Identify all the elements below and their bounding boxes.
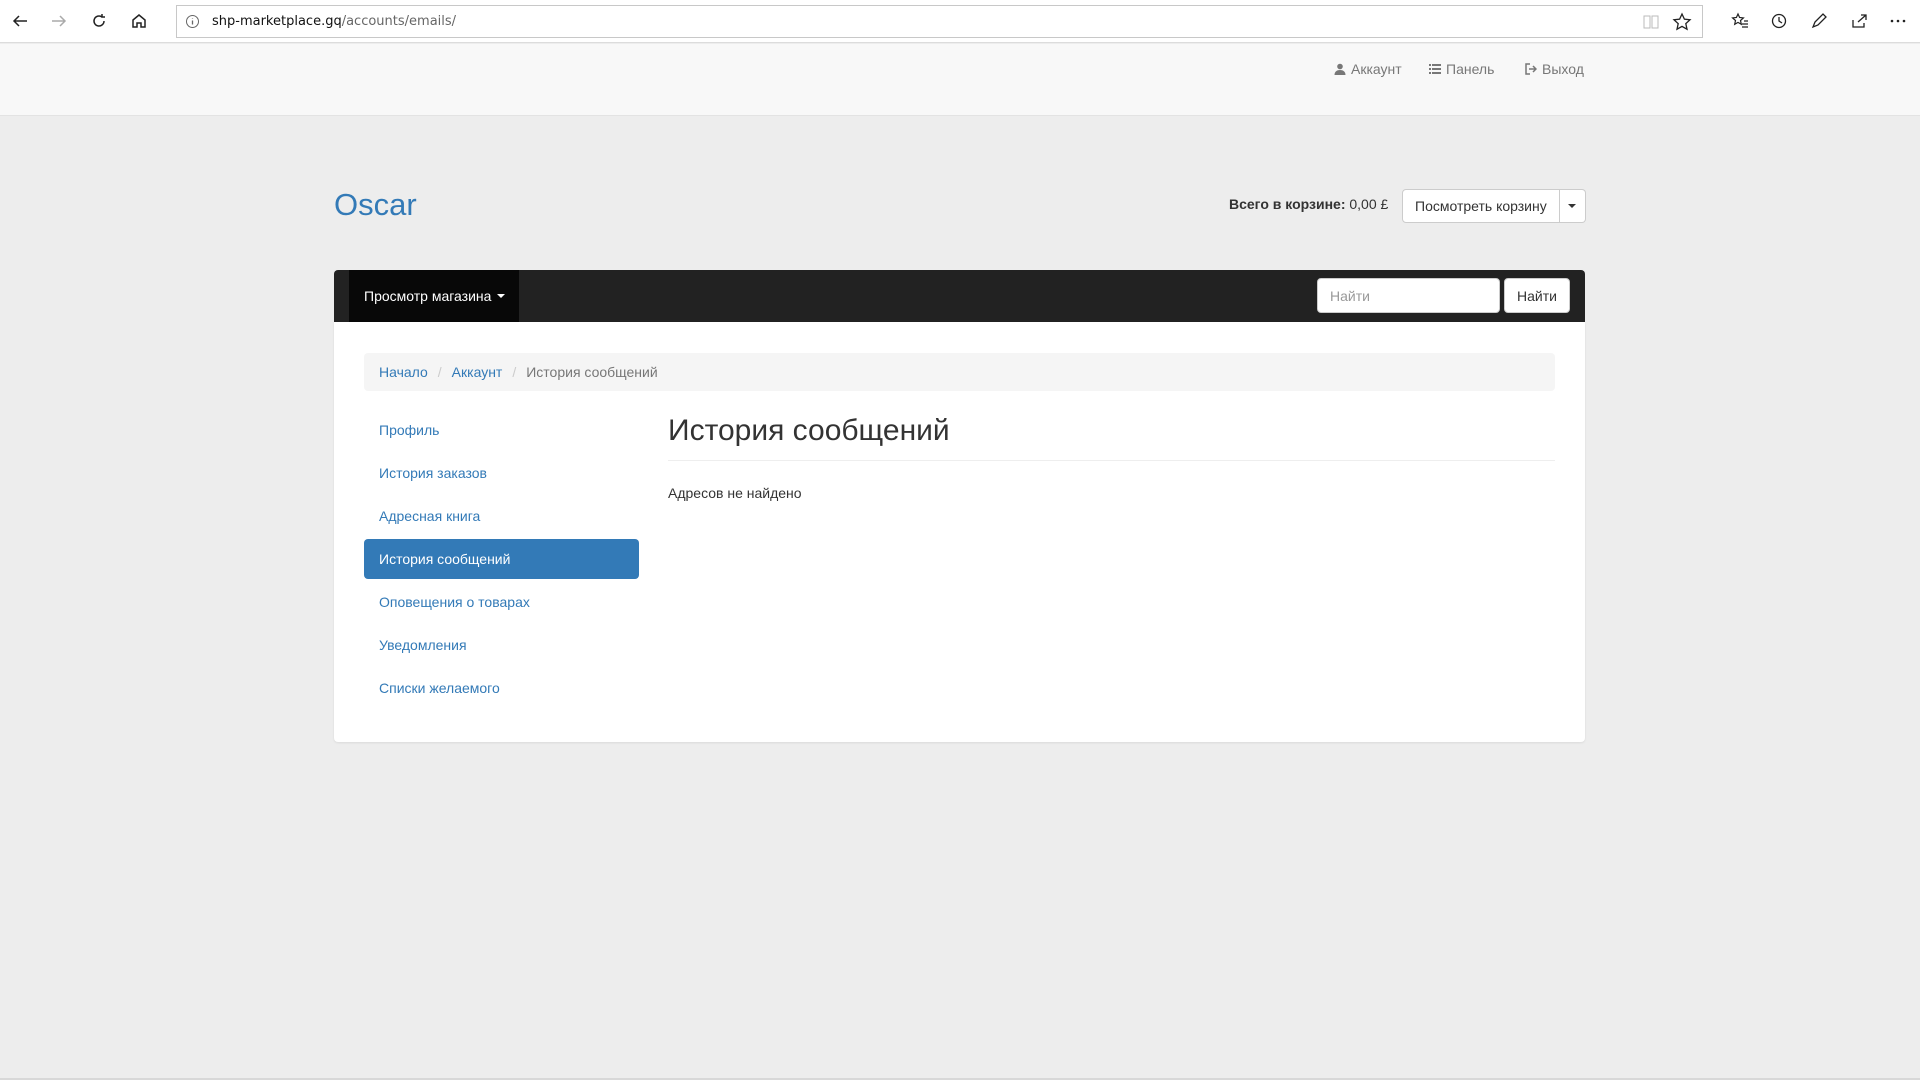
pen-icon[interactable]	[1807, 9, 1831, 33]
breadcrumb-separator: /	[512, 364, 517, 380]
more-icon[interactable]	[1886, 9, 1910, 33]
browse-store-label: Просмотр магазина	[364, 288, 492, 304]
account-bar: Аккаунт Панель Выход	[0, 44, 1920, 116]
dashboard-label: Панель	[1446, 61, 1495, 77]
sidebar-item-notifications[interactable]: Уведомления	[364, 625, 639, 665]
forward-icon[interactable]	[47, 9, 71, 33]
home-icon[interactable]	[127, 9, 151, 33]
address-bar[interactable]: shp-marketplace.gq/accounts/emails/	[176, 5, 1703, 38]
account-label: Аккаунт	[1351, 61, 1402, 77]
sidebar-item-address-book[interactable]: Адресная книга	[364, 496, 639, 536]
caret-down-icon	[1568, 204, 1577, 208]
breadcrumb-account[interactable]: Аккаунт	[452, 364, 503, 380]
basket-total-value: 0,00 £	[1349, 196, 1389, 212]
sidebar-item-product-alerts[interactable]: Оповещения о товарах	[364, 582, 639, 622]
brand-logo[interactable]: Oscar	[334, 187, 417, 223]
star-icon[interactable]	[1672, 12, 1692, 32]
browser-toolbar: shp-marketplace.gq/accounts/emails/	[0, 0, 1920, 43]
basket-total-label: Всего в корзине:	[1229, 196, 1346, 212]
url-host: shp-marketplace.gq	[212, 14, 342, 29]
share-icon[interactable]	[1847, 9, 1871, 33]
breadcrumb-home[interactable]: Начало	[379, 364, 428, 380]
search-input[interactable]	[1317, 278, 1500, 313]
account-link[interactable]: Аккаунт	[1334, 61, 1402, 77]
basket-button-group: Посмотреть корзину	[1402, 189, 1586, 223]
refresh-icon[interactable]	[87, 9, 111, 33]
main-navbar: Просмотр магазина Найти	[334, 270, 1585, 322]
caret-down-icon	[497, 294, 506, 298]
user-icon	[1334, 63, 1346, 75]
sidebar-item-email-history[interactable]: История сообщений	[364, 539, 639, 579]
sidebar-item-wishlists[interactable]: Списки желаемого	[364, 668, 639, 708]
breadcrumb-current: История сообщений	[526, 364, 658, 380]
empty-message: Адресов не найдено	[668, 485, 802, 501]
back-icon[interactable]	[8, 9, 32, 33]
browse-store-dropdown[interactable]: Просмотр магазина	[349, 270, 519, 322]
logout-icon	[1525, 63, 1537, 75]
view-basket-button[interactable]: Посмотреть корзину	[1402, 189, 1560, 223]
account-sidebar: Профиль История заказов Адресная книга И…	[364, 410, 639, 711]
url-path: /accounts/emails/	[341, 14, 457, 29]
logout-link[interactable]: Выход	[1525, 61, 1584, 77]
url-text: shp-marketplace.gq/accounts/emails/	[212, 14, 456, 29]
sidebar-item-order-history[interactable]: История заказов	[364, 453, 639, 493]
content-panel: Начало / Аккаунт / История сообщений Про…	[334, 322, 1585, 742]
title-divider	[668, 460, 1555, 461]
dashboard-link[interactable]: Панель	[1429, 61, 1494, 77]
sidebar-item-profile[interactable]: Профиль	[364, 410, 639, 450]
basket-total: Всего в корзине: 0,00 £	[1229, 196, 1388, 212]
breadcrumb-separator: /	[437, 364, 442, 380]
search-button[interactable]: Найти	[1504, 278, 1570, 313]
list-icon	[1429, 64, 1441, 74]
reading-view-icon[interactable]	[1642, 13, 1660, 31]
history-icon[interactable]	[1767, 9, 1791, 33]
favorites-icon[interactable]	[1728, 9, 1752, 33]
logout-label: Выход	[1542, 61, 1584, 77]
breadcrumb: Начало / Аккаунт / История сообщений	[364, 353, 1555, 391]
basket-dropdown-toggle[interactable]	[1559, 189, 1586, 223]
page-title: История сообщений	[668, 414, 950, 447]
info-icon[interactable]	[185, 14, 200, 29]
